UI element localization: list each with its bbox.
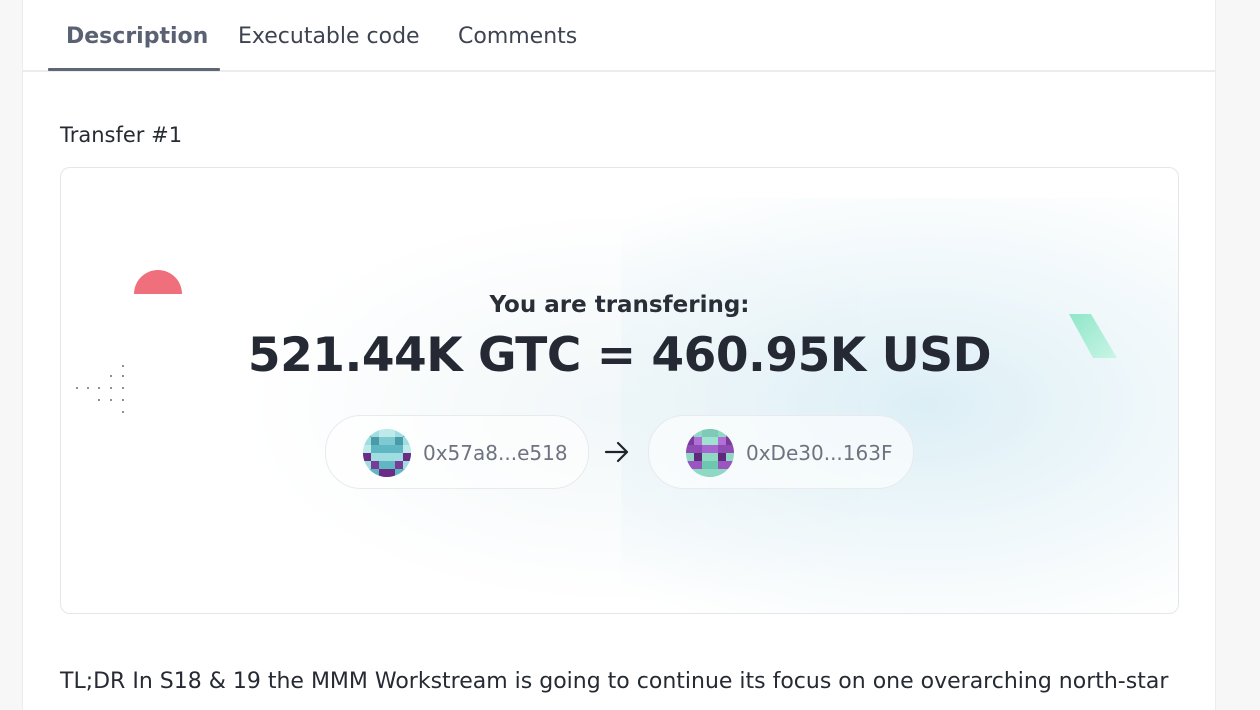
- arrow-right-icon: [604, 441, 629, 463]
- card-background-gradient: [621, 198, 1178, 613]
- section-title: Transfer #1: [60, 123, 183, 147]
- transfer-card: You are transfering: 521.44K GTC = 460.9…: [60, 167, 1179, 614]
- tab-comments[interactable]: Comments: [458, 24, 577, 49]
- proposal-description: TL;DR In S18 & 19 the MMM Workstream is …: [60, 669, 1169, 694]
- proposal-panel: Description Executable code Comments Tra…: [22, 0, 1216, 710]
- transfer-amount: 521.44K GTC = 460.95K USD: [247, 328, 992, 383]
- tab-executable-code[interactable]: Executable code: [238, 24, 420, 49]
- tab-bar: Description Executable code Comments: [23, 0, 1215, 72]
- to-address-pill[interactable]: 0xDe30...163F: [648, 415, 914, 489]
- from-avatar: [363, 429, 411, 477]
- from-address-pill[interactable]: 0x57a8...e518: [325, 415, 589, 489]
- to-avatar: [686, 429, 734, 477]
- transfer-label: You are transfering:: [489, 292, 750, 318]
- tab-description[interactable]: Description: [66, 24, 208, 49]
- active-tab-indicator: [48, 68, 220, 71]
- from-address: 0x57a8...e518: [423, 441, 568, 465]
- to-address: 0xDe30...163F: [746, 441, 893, 465]
- decorative-semicircle: [134, 270, 182, 294]
